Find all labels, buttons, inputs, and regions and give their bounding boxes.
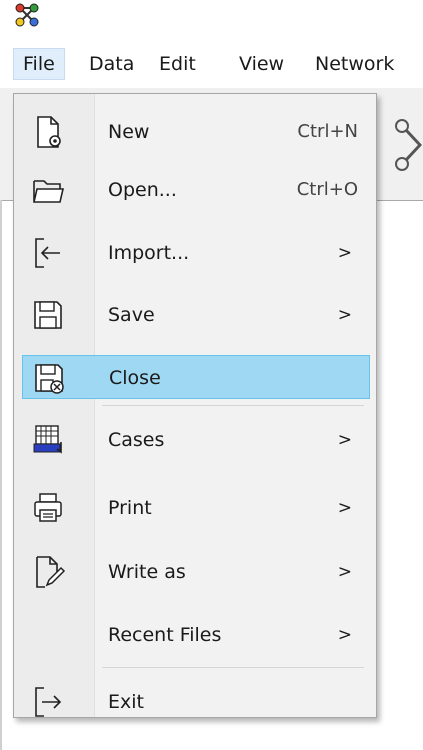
menu-separator	[102, 405, 364, 406]
write-icon	[36, 556, 66, 588]
new-file-icon	[37, 116, 61, 148]
menu-item-cases-label: Cases	[108, 429, 165, 451]
cases-icon	[33, 425, 62, 454]
import-icon	[35, 238, 60, 268]
menu-item-exit-label: Exit	[108, 691, 144, 713]
menu-item-new[interactable]: New Ctrl+N	[22, 110, 370, 154]
menu-item-import-label: Import...	[108, 242, 190, 264]
menu-item-recent-files[interactable]: Recent Files >	[22, 613, 370, 657]
folder-open-icon	[33, 180, 65, 203]
menu-item-save[interactable]: Save >	[22, 293, 370, 337]
menu-item-save-label: Save	[108, 304, 155, 326]
menu-item-close-label: Close	[109, 367, 161, 389]
menu-separator	[102, 667, 364, 668]
exit-icon	[35, 687, 62, 717]
menu-network[interactable]: Network	[306, 48, 403, 80]
submenu-arrow-icon: >	[337, 243, 352, 263]
toolbar-network-icon[interactable]	[392, 116, 422, 174]
submenu-arrow-icon: >	[337, 430, 352, 450]
menu-item-new-label: New	[108, 121, 150, 143]
title-bar	[0, 0, 423, 40]
menu-item-open[interactable]: Open... Ctrl+O	[22, 168, 370, 212]
submenu-arrow-icon: >	[337, 498, 352, 518]
menu-view[interactable]: View	[230, 48, 293, 80]
menu-item-import[interactable]: Import... >	[22, 231, 370, 275]
window-edge	[0, 200, 2, 750]
menu-item-open-shortcut: Ctrl+O	[296, 179, 358, 200]
menu-bar: File Data Edit View Network	[0, 40, 423, 88]
menu-item-close[interactable]: Close	[22, 355, 370, 399]
menu-file[interactable]: File	[13, 48, 65, 80]
menu-item-exit[interactable]: Exit	[22, 680, 370, 724]
menu-item-new-shortcut: Ctrl+N	[297, 121, 358, 142]
menu-item-recent-files-label: Recent Files	[108, 624, 222, 646]
menu-item-cases[interactable]: Cases >	[22, 418, 370, 462]
menu-item-print[interactable]: Print >	[22, 486, 370, 530]
app-logo-icon	[15, 3, 39, 27]
close-file-icon	[35, 364, 64, 394]
submenu-arrow-icon: >	[337, 305, 352, 325]
menu-item-open-label: Open...	[108, 179, 177, 201]
submenu-arrow-icon: >	[337, 562, 352, 582]
menu-edit[interactable]: Edit	[150, 48, 205, 80]
file-menu-dropdown: New Ctrl+N Open... Ctrl+O Import... > Sa…	[13, 93, 377, 718]
menu-data[interactable]: Data	[80, 48, 143, 80]
menu-item-write-as[interactable]: Write as >	[22, 550, 370, 594]
printer-icon	[34, 493, 62, 522]
menu-item-print-label: Print	[108, 497, 152, 519]
submenu-arrow-icon: >	[337, 625, 352, 645]
menu-item-write-as-label: Write as	[108, 561, 186, 583]
save-icon	[34, 301, 62, 329]
